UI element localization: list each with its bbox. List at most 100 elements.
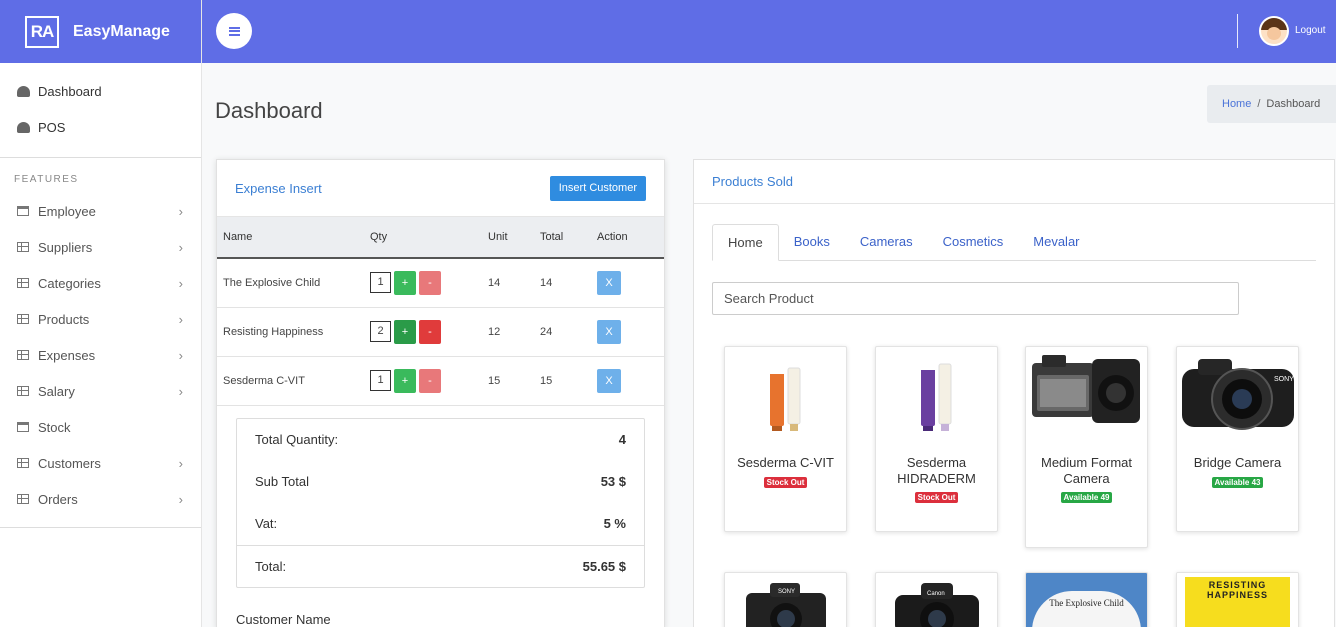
insert-customer-button[interactable]: Insert Customer — [549, 175, 646, 201]
product-card[interactable]: Sesderma HIDRADERM Stock Out — [875, 346, 998, 532]
table-icon — [16, 493, 30, 505]
summary-total: Total: 55.65 $ — [237, 544, 644, 587]
column-header-name: Name — [217, 217, 370, 259]
gauge-icon — [16, 85, 30, 97]
product-image: The Explosive Child — [1026, 573, 1147, 627]
increment-button[interactable]: + — [394, 319, 416, 344]
sidebar: RA EasyManage Dashboard POS FEATURES Emp… — [0, 0, 202, 627]
product-image: SONY — [725, 573, 846, 627]
remove-row-button[interactable]: X — [597, 270, 621, 295]
section-label: FEATURES — [14, 174, 79, 185]
menu-toggle-button[interactable] — [216, 13, 252, 49]
table-row: Sesderma C-VIT 1 + - 15 15 X — [217, 356, 664, 406]
quantity-field[interactable]: 1 — [370, 370, 391, 391]
decrement-button[interactable]: - — [419, 319, 441, 344]
quantity-field[interactable]: 2 — [370, 321, 391, 342]
decrement-button[interactable]: - — [419, 270, 441, 295]
tab-cosmetics[interactable]: Cosmetics — [928, 224, 1019, 261]
topbar: Logout — [202, 0, 1336, 63]
chevron-right-icon: › — [178, 491, 183, 507]
logout-link[interactable]: Logout — [1295, 25, 1326, 36]
tab-books[interactable]: Books — [779, 224, 845, 261]
product-card[interactable]: Sesderma C-VIT Stock Out — [724, 346, 847, 532]
customer-name-label: Customer Name — [236, 612, 331, 627]
sidebar-item-stock[interactable]: Stock — [0, 409, 201, 445]
sidebar-item-expenses[interactable]: Expenses › — [0, 337, 201, 373]
summary-total-quantity: Total Quantity: 4 — [237, 419, 644, 461]
sidebar-top-nav: Dashboard POS — [0, 63, 201, 158]
sidebar-item-label: Orders — [38, 491, 78, 507]
row-name: Resisting Happiness — [217, 307, 370, 357]
status-badge: Stock Out — [763, 476, 808, 488]
camera-icon — [1031, 355, 1140, 423]
row-total: 15 — [540, 356, 597, 406]
row-name: The Explosive Child — [217, 258, 370, 308]
product-card[interactable]: SONY — [724, 572, 847, 627]
gauge-icon — [16, 121, 30, 133]
search-product-input[interactable] — [712, 282, 1239, 315]
decrement-button[interactable]: - — [419, 368, 441, 393]
sidebar-item-pos[interactable]: POS — [0, 109, 201, 145]
table-icon — [16, 457, 30, 469]
summary-sub-total: Sub Total 53 $ — [237, 461, 644, 503]
brand-name: EasyManage — [73, 22, 170, 40]
sidebar-item-products[interactable]: Products › — [0, 301, 201, 337]
summary-value: 55.65 $ — [582, 558, 626, 574]
brand-logo: RA — [25, 15, 59, 48]
cosmetic-tube-icon — [769, 364, 800, 431]
book-title-text: RESISTING HAPPINESS — [1185, 577, 1290, 627]
avatar[interactable] — [1259, 16, 1289, 46]
row-qty-cell: 1 + - — [370, 356, 488, 406]
table-icon — [16, 385, 30, 397]
sidebar-item-label: Categories — [38, 275, 101, 291]
product-image: RESISTING HAPPINESS — [1177, 573, 1298, 627]
row-total: 24 — [540, 307, 597, 357]
sidebar-item-employee[interactable]: Employee › — [0, 193, 201, 229]
sidebar-item-salary[interactable]: Salary › — [0, 373, 201, 409]
breadcrumb-home-link[interactable]: Home — [1222, 98, 1251, 110]
sidebar-features-nav: Employee › Suppliers › Categories › Prod… — [0, 193, 201, 528]
column-header-total: Total — [540, 217, 597, 259]
sidebar-item-orders[interactable]: Orders › — [0, 481, 201, 517]
sidebar-item-customers[interactable]: Customers › — [0, 445, 201, 481]
product-card[interactable]: The Explosive Child — [1025, 572, 1148, 627]
status-badge: Available 49 — [1060, 492, 1113, 503]
increment-button[interactable]: + — [394, 270, 416, 295]
product-image — [1026, 347, 1147, 437]
chevron-right-icon: › — [178, 239, 183, 255]
row-action-cell: X — [597, 356, 664, 406]
quantity-field[interactable]: 1 — [370, 272, 391, 294]
tab-mevalar[interactable]: Mevalar — [1018, 224, 1094, 261]
tab-cameras[interactable]: Cameras — [845, 224, 928, 261]
expense-card-title: Expense Insert — [235, 180, 322, 196]
document-icon — [16, 241, 30, 253]
brand[interactable]: RA EasyManage — [0, 0, 201, 63]
breadcrumb-separator: / — [1257, 98, 1261, 110]
product-card[interactable]: Canon — [875, 572, 998, 627]
increment-button[interactable]: + — [394, 368, 416, 393]
tab-home[interactable]: Home — [712, 224, 779, 261]
table-row: The Explosive Child 1 + - 14 14 X — [217, 258, 664, 308]
hamburger-icon — [228, 26, 240, 36]
status-badge: Stock Out — [914, 492, 959, 503]
remove-row-button[interactable]: X — [597, 319, 621, 344]
product-card[interactable]: SONY Bridge Camera Available 43 — [1176, 346, 1299, 532]
row-unit: 15 — [488, 356, 540, 406]
breadcrumb: Home / Dashboard — [1207, 85, 1336, 123]
sidebar-item-dashboard[interactable]: Dashboard — [0, 73, 201, 109]
camera-brand-text: SONY — [1274, 376, 1294, 383]
topbar-divider — [1237, 14, 1238, 48]
sidebar-item-categories[interactable]: Categories › — [0, 265, 201, 301]
product-name: Medium Format Camera — [1040, 455, 1133, 486]
remove-row-button[interactable]: X — [597, 368, 621, 393]
product-card[interactable]: Medium Format Camera Available 49 — [1025, 346, 1148, 548]
products-card-title: Products Sold — [712, 174, 793, 189]
camera-icon: SONY — [745, 583, 826, 627]
chevron-right-icon: › — [178, 311, 183, 327]
product-card[interactable]: RESISTING HAPPINESS — [1176, 572, 1299, 627]
product-image — [725, 347, 846, 437]
sidebar-item-label: Products — [38, 311, 90, 327]
column-header-qty: Qty — [370, 217, 488, 259]
sidebar-item-suppliers[interactable]: Suppliers › — [0, 229, 201, 265]
product-name: Sesderma C-VIT — [737, 455, 834, 470]
